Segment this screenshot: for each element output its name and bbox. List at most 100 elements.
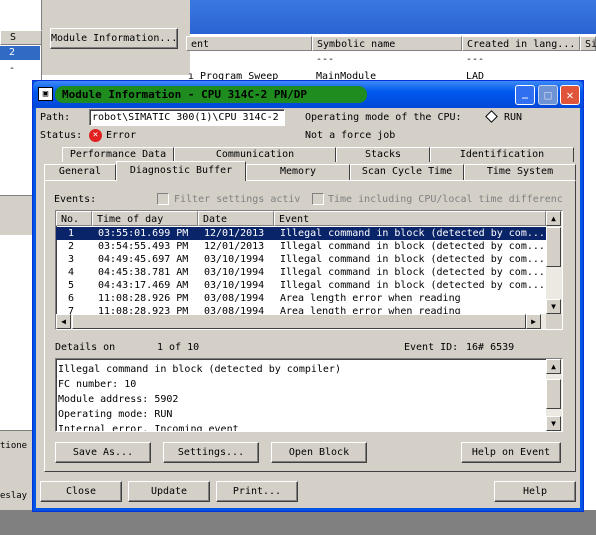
details-line: Operating mode: RUN	[58, 409, 173, 420]
background-col-symbolic: Symbolic name	[312, 36, 462, 51]
scroll-up-arrow-icon[interactable]: ▲	[546, 359, 561, 374]
details-count: 1 of 10	[157, 342, 200, 353]
help-on-event-button[interactable]: Help on Event	[461, 442, 561, 463]
operating-mode-label: Operating mode of the CPU:	[305, 112, 462, 123]
status-label: Status:	[40, 130, 83, 141]
scroll-down-arrow-icon[interactable]: ▼	[546, 299, 561, 314]
event-text: Illegal command in block (detected by co…	[280, 254, 545, 265]
operating-mode-value: RUN	[504, 112, 523, 123]
error-icon: ✕	[89, 129, 102, 142]
filter-settings-checkbox[interactable]	[157, 193, 169, 205]
minimize-button[interactable]: _	[515, 85, 535, 105]
tab-diagnostic-buffer[interactable]: Diagnostic Buffer	[116, 161, 246, 181]
background-left-item[interactable]: 2	[0, 46, 40, 60]
background-col-created: Created in lang...	[462, 36, 580, 51]
force-job-text: Not a force job	[305, 130, 396, 141]
event-date: 03/08/1994	[204, 293, 265, 304]
tab-performance-data[interactable]: Performance Data	[62, 147, 174, 162]
event-no: 5	[68, 280, 75, 291]
status-value: Error	[106, 130, 137, 141]
event-text: Illegal command in block (detected by co…	[280, 228, 545, 239]
event-no: 1	[68, 228, 75, 239]
scroll-right-arrow-icon[interactable]: ▶	[526, 314, 541, 329]
tab-memory[interactable]: Memory	[246, 164, 350, 180]
scroll-up-arrow-icon[interactable]: ▲	[546, 211, 561, 226]
details-line: FC number: 10	[58, 379, 137, 390]
background-left-bottom-panel	[0, 195, 34, 235]
background-cell: ---	[316, 54, 335, 65]
save-as-button[interactable]: Save As...	[55, 442, 151, 463]
event-time: 04:45:38.781 AM	[98, 267, 189, 278]
scroll-thumb[interactable]	[546, 227, 561, 267]
scroll-thumb[interactable]	[546, 379, 561, 409]
help-button[interactable]: Help	[494, 481, 576, 502]
event-row[interactable]: 5 04:43:17.469 AM 03/10/1994 Illegal com…	[56, 279, 546, 292]
col-event[interactable]: Event	[274, 211, 546, 226]
event-row[interactable]: 3 04:49:45.697 AM 03/10/1994 Illegal com…	[56, 253, 546, 266]
event-no: 2	[68, 241, 75, 252]
path-label: Path:	[40, 112, 71, 123]
close-window-button[interactable]: ✕	[560, 85, 580, 105]
update-button[interactable]: Update	[128, 481, 210, 502]
event-date: 03/10/1994	[204, 280, 265, 291]
col-time-of-day[interactable]: Time of day	[92, 211, 198, 226]
event-row[interactable]: 4 04:45:38.781 AM 03/10/1994 Illegal com…	[56, 266, 546, 279]
event-id-label: Event ID:	[404, 342, 459, 353]
filter-settings-label: Filter settings activ	[174, 194, 301, 205]
details-line: Illegal command in block (detected by co…	[58, 364, 341, 375]
scroll-corner	[546, 314, 562, 329]
details-line: Module address: 5902	[58, 394, 179, 405]
details-text-area[interactable]: Illegal command in block (detected by co…	[55, 358, 563, 432]
background-cell: ---	[466, 54, 485, 65]
background-module-info-button[interactable]: Module Information...	[50, 28, 178, 49]
tab-stacks[interactable]: Stacks	[336, 147, 430, 162]
background-col-event: ent	[186, 36, 312, 51]
event-date: 12/01/2013	[204, 228, 265, 239]
event-row[interactable]: 6 11:08:28.926 PM 03/08/1994 Area length…	[56, 292, 546, 305]
event-date: 12/01/2013	[204, 241, 265, 252]
col-no[interactable]: No.	[56, 211, 92, 226]
event-text: Illegal command in block (detected by co…	[280, 241, 545, 252]
time-including-label: Time including CPU/local time differenc	[328, 194, 563, 205]
hscroll-thumb[interactable]	[72, 314, 526, 329]
event-date: 03/10/1994	[204, 267, 265, 278]
details-line: Internal error, Incoming event	[58, 424, 239, 432]
tab-general[interactable]: General	[44, 164, 116, 180]
background-titlebar	[190, 0, 596, 34]
print-button[interactable]: Print...	[216, 481, 298, 502]
event-row[interactable]: 1 03:55:01.699 PM 12/01/2013 Illegal com…	[56, 227, 546, 240]
scroll-down-arrow-icon[interactable]: ▼	[546, 416, 561, 431]
background-col-si: Si	[580, 36, 596, 51]
event-id-value: 16# 6539	[466, 342, 515, 353]
background-left-header: S	[0, 30, 42, 45]
event-text: Illegal command in block (detected by co…	[280, 267, 545, 278]
event-time: 04:49:45.697 AM	[98, 254, 189, 265]
tab-communication[interactable]: Communication	[174, 147, 336, 162]
background-left-item[interactable]: -	[0, 62, 40, 76]
events-list[interactable]: No. Time of day Date Event 1 03:55:01.69…	[55, 210, 563, 330]
open-block-button[interactable]: Open Block	[271, 442, 367, 463]
tab-identification[interactable]: Identification	[430, 147, 574, 162]
background-bottom-strip	[0, 510, 596, 535]
event-text: Illegal command in block (detected by co…	[280, 280, 545, 291]
dialog-title: Module Information - CPU 314C-2 PN/DP	[62, 88, 308, 101]
event-no: 3	[68, 254, 75, 265]
time-including-checkbox[interactable]	[312, 193, 324, 205]
event-row[interactable]: 2 03:54:55.493 PM 12/01/2013 Illegal com…	[56, 240, 546, 253]
app-icon: ▣	[38, 87, 53, 101]
events-label: Events:	[54, 194, 97, 205]
tab-scan-cycle-time[interactable]: Scan Cycle Time	[350, 164, 464, 180]
event-date: 03/10/1994	[204, 254, 265, 265]
settings-button[interactable]: Settings...	[163, 442, 259, 463]
path-field[interactable]: robot\SIMATIC 300(1)\CPU 314C-2	[89, 109, 285, 126]
maximize-button[interactable]: □	[538, 85, 558, 105]
background-text: tione	[0, 441, 28, 451]
scroll-left-arrow-icon[interactable]: ◀	[56, 314, 71, 329]
event-no: 6	[68, 293, 75, 304]
close-button[interactable]: Close	[40, 481, 122, 502]
event-text: Area length error when reading	[280, 293, 461, 304]
tab-time-system[interactable]: Time System	[464, 164, 576, 180]
event-time: 11:08:28.926 PM	[98, 293, 189, 304]
event-no: 4	[68, 267, 75, 278]
col-date[interactable]: Date	[198, 211, 274, 226]
